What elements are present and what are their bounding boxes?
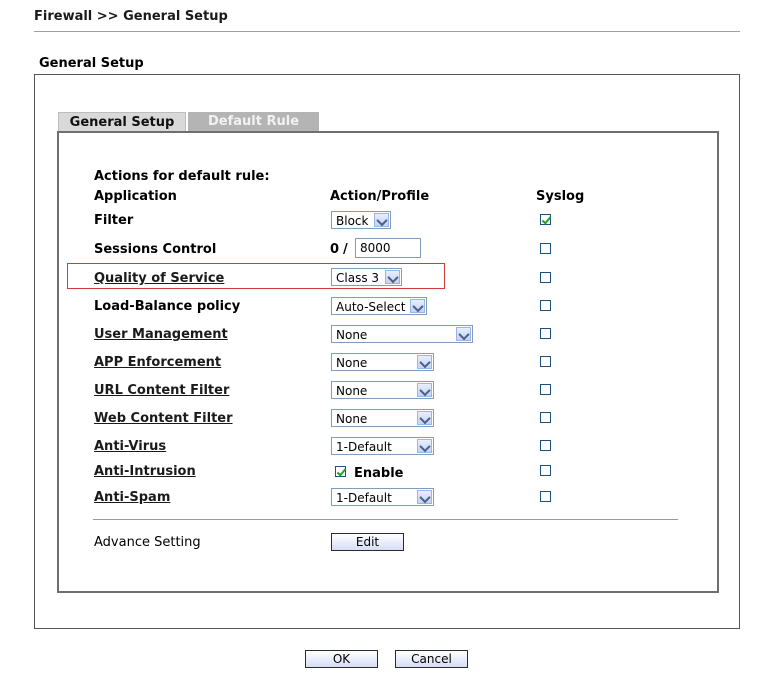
user-management-select-value: None	[336, 328, 368, 342]
user-management-select[interactable]: None	[331, 325, 473, 343]
app-enforcement-link[interactable]: APP Enforcement	[94, 355, 221, 370]
load-balance-label: Load-Balance policy	[94, 299, 241, 314]
url-content-filter-link[interactable]: URL Content Filter	[94, 383, 229, 398]
advance-setting-label: Advance Setting	[94, 535, 201, 550]
advance-edit-button[interactable]: Edit	[331, 533, 404, 551]
column-action-profile: Action/Profile	[330, 189, 430, 204]
chevron-down-icon	[374, 213, 389, 227]
header-divider	[34, 31, 740, 32]
anti-virus-link[interactable]: Anti-Virus	[94, 439, 166, 454]
url-content-filter-syslog-checkbox[interactable]	[540, 384, 551, 395]
anti-spam-syslog-checkbox[interactable]	[540, 491, 551, 502]
app-enforcement-select[interactable]: None	[331, 353, 434, 371]
chevron-down-icon	[417, 355, 432, 369]
anti-intrusion-link[interactable]: Anti-Intrusion	[94, 464, 196, 479]
web-content-filter-link[interactable]: Web Content Filter	[94, 411, 233, 426]
section-title: General Setup	[39, 56, 144, 71]
tab-general-setup[interactable]: General Setup	[58, 112, 186, 133]
actions-heading: Actions for default rule:	[94, 169, 270, 184]
anti-virus-select-value: 1-Default	[336, 440, 392, 454]
quality-of-service-link[interactable]: Quality of Service	[94, 271, 224, 286]
sessions-current-count: 0	[330, 242, 340, 257]
tab-default-rule[interactable]: Default Rule	[188, 112, 319, 132]
chevron-down-icon	[417, 439, 432, 453]
url-content-filter-select-value: None	[336, 384, 368, 398]
anti-intrusion-syslog-checkbox[interactable]	[540, 465, 551, 476]
anti-spam-select-value: 1-Default	[336, 491, 392, 505]
app-enforcement-select-value: None	[336, 356, 368, 370]
chevron-down-icon	[417, 411, 432, 425]
anti-intrusion-enable-checkbox[interactable]	[335, 466, 346, 477]
ok-button[interactable]: OK	[305, 650, 378, 668]
user-management-syslog-checkbox[interactable]	[540, 328, 551, 339]
app-enforcement-syslog-checkbox[interactable]	[540, 356, 551, 367]
chevron-down-icon	[417, 383, 432, 397]
user-management-link[interactable]: User Management	[94, 327, 228, 342]
load-balance-select-value: Auto-Select	[336, 300, 406, 314]
web-content-filter-select-value: None	[336, 412, 368, 426]
sessions-separator: /	[343, 242, 348, 257]
sessions-control-label: Sessions Control	[94, 242, 217, 257]
sessions-max-input[interactable]: 8000	[355, 238, 421, 258]
cancel-button[interactable]: Cancel	[395, 650, 468, 668]
qos-select[interactable]: Class 3	[331, 268, 402, 286]
breadcrumb: Firewall >> General Setup	[34, 9, 228, 24]
anti-spam-select[interactable]: 1-Default	[331, 488, 434, 506]
column-syslog: Syslog	[536, 189, 585, 204]
chevron-down-icon	[410, 299, 425, 313]
web-content-filter-select[interactable]: None	[331, 409, 434, 427]
filter-select-value: Block	[336, 214, 369, 228]
anti-virus-select[interactable]: 1-Default	[331, 437, 434, 455]
anti-spam-link[interactable]: Anti-Spam	[94, 490, 170, 505]
filter-syslog-checkbox[interactable]	[540, 214, 551, 225]
chevron-down-icon	[456, 327, 471, 341]
sessions-syslog-checkbox[interactable]	[540, 243, 551, 254]
web-content-filter-syslog-checkbox[interactable]	[540, 412, 551, 423]
load-balance-select[interactable]: Auto-Select	[331, 297, 427, 315]
qos-select-value: Class 3	[336, 271, 380, 285]
qos-syslog-checkbox[interactable]	[540, 272, 551, 283]
filter-select[interactable]: Block	[331, 211, 391, 229]
load-balance-syslog-checkbox[interactable]	[540, 300, 551, 311]
url-content-filter-select[interactable]: None	[331, 381, 434, 399]
filter-label: Filter	[94, 213, 134, 228]
chevron-down-icon	[385, 270, 400, 284]
column-application: Application	[94, 189, 177, 204]
table-divider	[93, 519, 678, 520]
anti-intrusion-enable-label: Enable	[354, 466, 404, 481]
chevron-down-icon	[417, 490, 432, 504]
anti-virus-syslog-checkbox[interactable]	[540, 440, 551, 451]
